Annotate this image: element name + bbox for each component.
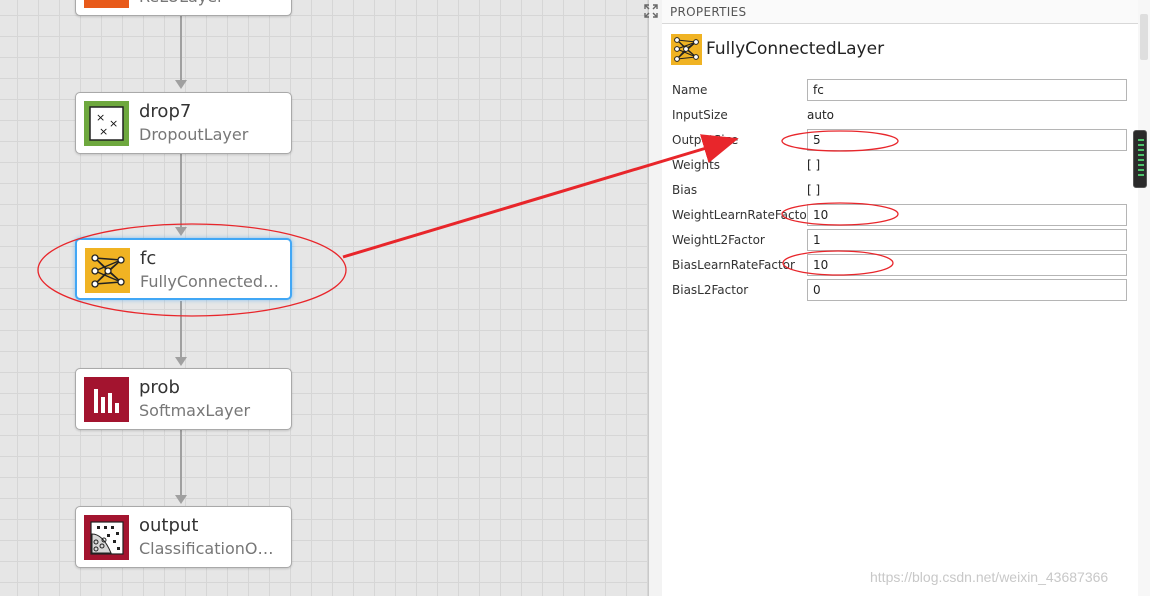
prop-label-outputsize: OutputSize xyxy=(672,133,739,147)
layer-node-prob[interactable]: prob SoftmaxLayer xyxy=(75,368,292,430)
layer-name: output xyxy=(139,515,199,536)
scrollbar-thumb[interactable] xyxy=(1140,14,1148,60)
name-field[interactable]: fc xyxy=(807,79,1127,101)
layer-name: prob xyxy=(139,377,180,398)
edge-prob-output xyxy=(180,430,182,495)
edge-fc-prob xyxy=(180,301,182,357)
relu-icon xyxy=(84,0,129,8)
edge-relu-drop7 xyxy=(180,16,182,80)
expand-icon[interactable] xyxy=(643,3,659,19)
watermark-text: https://blog.csdn.net/weixin_43687366 xyxy=(870,569,1109,585)
layer-name: fc xyxy=(140,248,157,269)
scrollbar[interactable] xyxy=(1138,0,1150,596)
arrow-fc-prob xyxy=(175,357,187,366)
svg-text:×: × xyxy=(96,111,105,124)
panel-header: PROPERTIES xyxy=(662,0,1138,24)
dropout-icon: × × × xyxy=(84,101,129,146)
network-canvas[interactable]: ReLULayer × × × drop7 DropoutLayer xyxy=(0,0,649,596)
layer-type: SoftmaxLayer xyxy=(139,401,251,420)
prop-label-weightlearnratefactor: WeightLearnRateFactor xyxy=(672,208,812,222)
prop-label-weights: Weights xyxy=(672,158,721,172)
prop-label-bias: Bias xyxy=(672,183,698,197)
biaslearnratefactor-field[interactable]: 10 xyxy=(807,254,1127,276)
layer-type: DropoutLayer xyxy=(139,125,249,144)
layer-node-relu[interactable]: ReLULayer xyxy=(75,0,292,16)
layer-node-output[interactable]: output ClassificationO… xyxy=(75,506,292,568)
weightlearnratefactor-field[interactable]: 10 xyxy=(807,204,1127,226)
arrow-prob-output xyxy=(175,495,187,504)
prop-label-biasl2factor: BiasL2Factor xyxy=(672,283,749,297)
layer-type: ReLULayer xyxy=(139,0,287,6)
layer-node-fc[interactable]: fc FullyConnected… xyxy=(75,238,292,300)
svg-text:×: × xyxy=(99,125,108,138)
prop-label-inputsize: InputSize xyxy=(672,108,728,122)
weightl2factor-field[interactable]: 1 xyxy=(807,229,1127,251)
softmax-icon xyxy=(84,377,129,422)
svg-text:×: × xyxy=(109,117,118,130)
arrow-relu-drop7 xyxy=(175,80,187,89)
panel-splitter[interactable] xyxy=(649,0,662,596)
fully-connected-icon xyxy=(85,248,130,293)
layer-title: FullyConnectedLayer xyxy=(706,39,885,59)
layer-type: FullyConnected… xyxy=(140,272,279,291)
properties-panel: PROPERTIES FullyConnectedLayer Name fc I… xyxy=(662,0,1150,596)
prop-label-biaslearnratefactor: BiasLearnRateFactor xyxy=(672,258,795,272)
layer-name: drop7 xyxy=(139,101,192,122)
side-indicator-widget[interactable] xyxy=(1133,130,1147,188)
layer-node-drop7[interactable]: × × × drop7 DropoutLayer xyxy=(75,92,292,154)
edge-drop7-fc xyxy=(180,153,182,227)
prop-label-name: Name xyxy=(672,83,708,97)
outputsize-field[interactable]: 5 xyxy=(807,129,1127,151)
layer-type: ClassificationO… xyxy=(139,539,274,558)
weights-value: [ ] xyxy=(807,158,821,172)
classification-icon xyxy=(84,515,129,560)
arrow-drop7-fc xyxy=(175,227,187,236)
inputsize-value: auto xyxy=(807,108,835,122)
prop-label-weightl2factor: WeightL2Factor xyxy=(672,233,765,247)
biasl2factor-field[interactable]: 0 xyxy=(807,279,1127,301)
fully-connected-icon xyxy=(671,34,702,65)
bias-value: [ ] xyxy=(807,183,821,197)
